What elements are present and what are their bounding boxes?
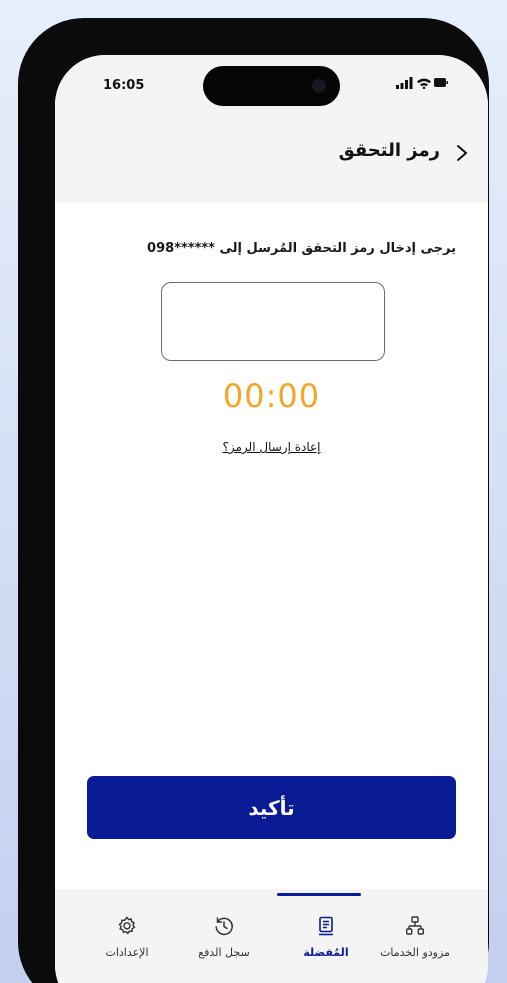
chevron-right-icon <box>457 145 467 161</box>
tab-settings[interactable]: الإعدادات <box>77 915 177 959</box>
battery-icon <box>434 78 448 87</box>
sitemap-icon <box>406 916 424 935</box>
tab-label: الإعدادات <box>105 946 149 959</box>
tab-payment-history[interactable]: سجل الدفع <box>174 915 274 959</box>
system-icons <box>396 77 448 89</box>
wifi-icon <box>417 78 431 89</box>
tab-label: المُفضلة <box>303 946 349 959</box>
resend-code-link[interactable]: إعادة إرسال الرمز؟ <box>55 440 488 454</box>
tab-label: مزودو الخدمات <box>380 946 450 959</box>
page-title: رمز التحقق <box>338 140 440 161</box>
phone-frame: 16:05 رمز التحقق يرجى إدخال رمز التحقق ا… <box>18 18 489 983</box>
tab-label: سجل الدفع <box>198 946 250 959</box>
bookmark-icon <box>319 916 333 936</box>
confirm-button[interactable]: تأكيد <box>87 776 456 839</box>
app-screen: 16:05 رمز التحقق يرجى إدخال رمز التحقق ا… <box>55 55 488 983</box>
history-icon <box>215 917 233 936</box>
tab-service-providers[interactable]: مزودو الخدمات <box>365 915 465 959</box>
camera-icon <box>312 79 326 93</box>
gear-icon <box>118 916 136 935</box>
back-button[interactable] <box>450 141 474 165</box>
dynamic-island <box>203 66 340 106</box>
status-time: 16:05 <box>103 78 145 93</box>
otp-instruction: يرجى إدخال رمز التحقق المُرسل إلى ******… <box>147 241 456 256</box>
active-tab-indicator <box>277 893 361 896</box>
signal-icon <box>396 77 413 89</box>
countdown-timer: 00:00 <box>222 377 321 415</box>
tab-favorites[interactable]: المُفضلة <box>276 915 376 959</box>
page-header: رمز التحقق <box>55 133 488 173</box>
otp-input[interactable] <box>161 282 385 361</box>
